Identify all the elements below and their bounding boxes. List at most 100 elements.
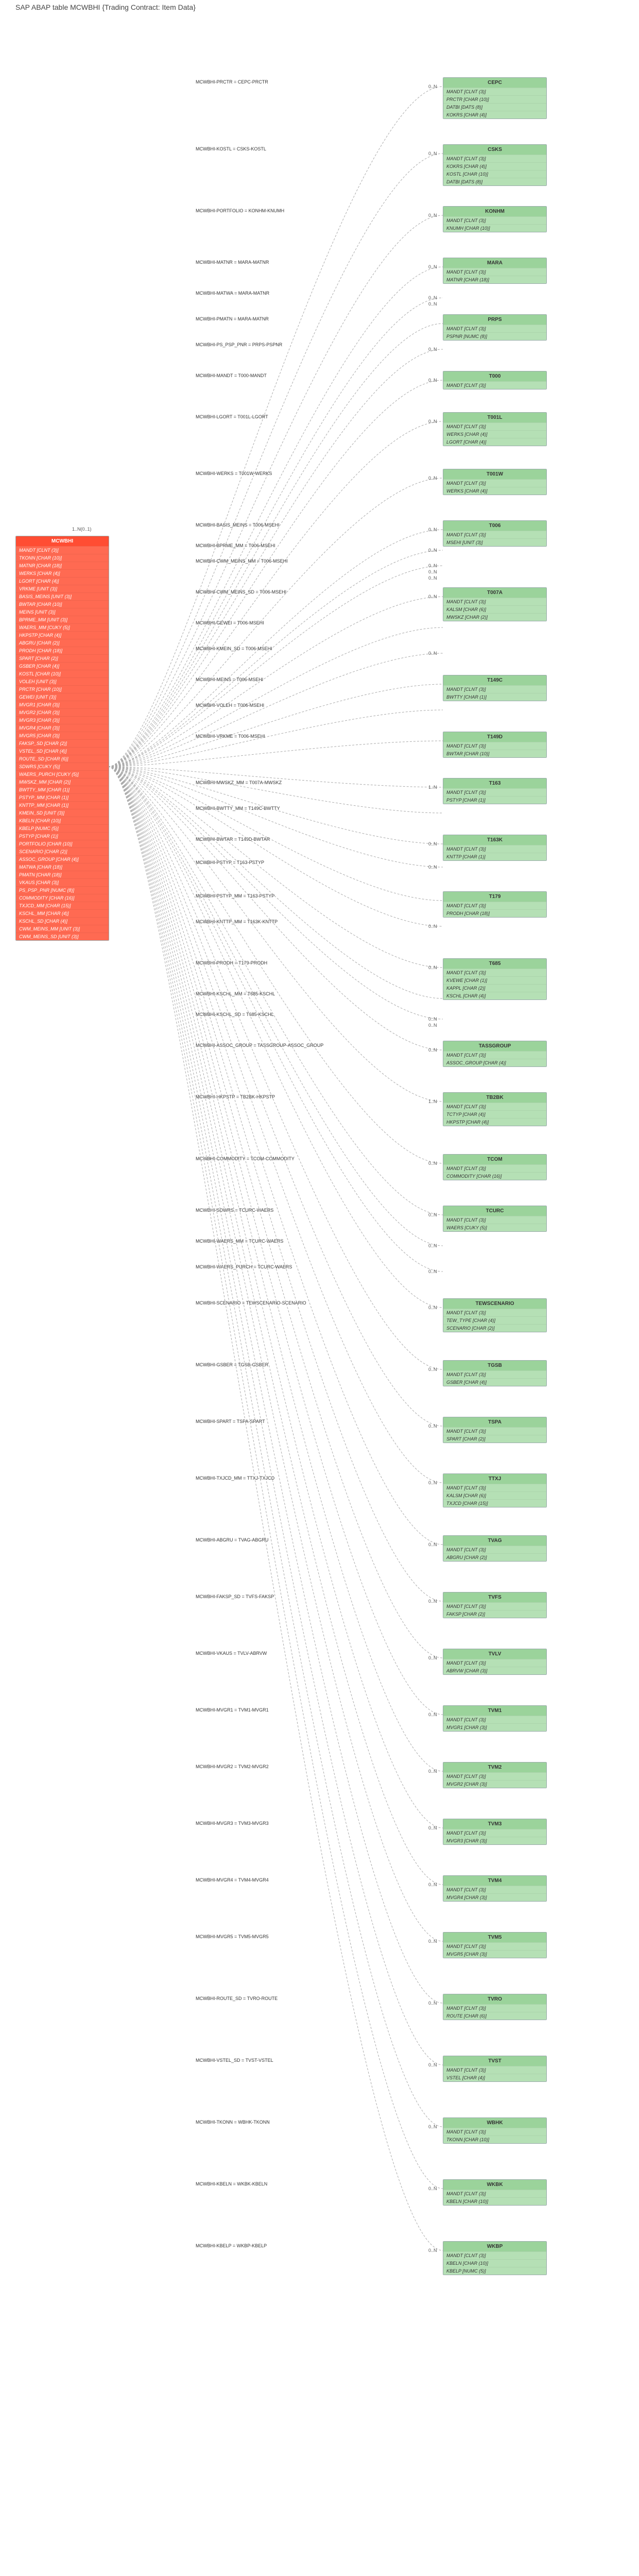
table-header: T149C	[443, 675, 546, 685]
table-field: MANDT [CLNT (3)]	[443, 1659, 546, 1667]
mcwbhi-field: BPRME_MM [UNIT (3)]	[16, 616, 109, 623]
table-header: TVM5	[443, 1933, 546, 1942]
cardinality-label: 0..N	[428, 378, 437, 383]
fk-edge	[108, 298, 443, 767]
edge-label: MCWBHI-VKAUS = TVLV-ABRVW	[196, 1651, 267, 1656]
mcwbhi-field: BWTTY_MM [CHAR (1)]	[16, 786, 109, 793]
table-header: T179	[443, 892, 546, 902]
table-header: TASSGROUP	[443, 1041, 546, 1051]
table-field: ABGRU [CHAR (2)]	[443, 1553, 546, 1561]
fk-edge	[108, 215, 443, 767]
edge-label: MCWBHI-VOLEH = T006-MSEHI	[196, 703, 264, 708]
cardinality-label: 1..N(0..1)	[72, 527, 92, 532]
table-header: CSKS	[443, 145, 546, 155]
mcwbhi-field: COMMODITY [CHAR (16)]	[16, 894, 109, 902]
table-header: T163	[443, 778, 546, 788]
table-field: MANDT [CLNT (3)]	[443, 1427, 546, 1435]
table-tewscenario: TEWSCENARIOMANDT [CLNT (3)]TEW_TYPE [CHA…	[443, 1298, 547, 1332]
table-field: COMMODITY [CHAR (16)]	[443, 1172, 546, 1180]
mcwbhi-field: KMEIN_SD [UNIT (3)]	[16, 809, 109, 817]
cardinality-label: 0..N	[428, 1269, 437, 1274]
fk-edge	[108, 684, 443, 767]
table-header: WKBK	[443, 2180, 546, 2190]
mcwbhi-field: KSCHL_SD [CHAR (4)]	[16, 917, 109, 925]
cardinality-label: 0..N	[428, 1882, 437, 1887]
fk-edge	[108, 767, 443, 1483]
table-field: MANDT [CLNT (3)]	[443, 88, 546, 95]
fk-edge	[108, 767, 443, 1163]
edge-label: MCWBHI-BASIS_MEINS = T006-MSEHI	[196, 522, 280, 528]
fk-edge	[108, 767, 443, 1426]
table-header: TVLV	[443, 1649, 546, 1659]
table-field: LGORT [CHAR (4)]	[443, 438, 546, 446]
cardinality-label: 0..N	[428, 301, 437, 307]
table-field: MANDT [CLNT (3)]	[443, 479, 546, 487]
table-field: MANDT [CLNT (3)]	[443, 1886, 546, 1893]
table-csks: CSKSMANDT [CLNT (3)]KOKRS [CHAR (4)]KOST…	[443, 144, 547, 186]
table-field: KOSTL [CHAR (10)]	[443, 170, 546, 178]
table-field: PSTYP [CHAR (1)]	[443, 796, 546, 804]
cardinality-label: 0..N	[428, 1047, 437, 1053]
cardinality-label: 0..N	[428, 575, 437, 581]
mcwbhi-field: PSTYP [CHAR (1)]	[16, 832, 109, 840]
cardinality-label: 1..N	[428, 785, 437, 790]
edge-label: MCWBHI-BWTTY_MM = T149C-BWTTY	[196, 806, 280, 811]
fk-edge	[108, 767, 443, 1308]
fk-edge	[108, 566, 443, 767]
edge-label: MCWBHI-FAKSP_SD = TVFS-FAKSP	[196, 1594, 274, 1599]
edge-label: MCWBHI-PS_PSP_PNR = PRPS-PSPNR	[196, 342, 283, 347]
fk-edge	[108, 767, 443, 1019]
mcwbhi-field: CWM_MEINS_MM [UNIT (3)]	[16, 925, 109, 933]
table-t001l: T001LMANDT [CLNT (3)]WERKS [CHAR (4)]LGO…	[443, 412, 547, 446]
table-cepc: CEPCMANDT [CLNT (3)]PRCTR [CHAR (10)]DAT…	[443, 77, 547, 119]
table-field: KOKRS [CHAR (4)]	[443, 111, 546, 118]
fk-edge	[108, 767, 443, 1771]
table-field: MANDT [CLNT (3)]	[443, 1370, 546, 1378]
table-field: KBELP [NUMC (5)]	[443, 2267, 546, 2275]
table-t000: T000MANDT [CLNT (3)]	[443, 371, 547, 389]
table-field: MANDT [CLNT (3)]	[443, 325, 546, 332]
table-field: MVGR1 [CHAR (3)]	[443, 1723, 546, 1731]
fk-edge	[108, 767, 443, 1545]
edge-label: MCWBHI-SCENARIO = TEWSCENARIO-SCENARIO	[196, 1300, 306, 1306]
mcwbhi-field: PRODH [CHAR (18)]	[16, 647, 109, 654]
edge-label: MCWBHI-PSTYP = T163-PSTYP	[196, 860, 264, 865]
table-field: PRODH [CHAR (18)]	[443, 909, 546, 917]
mcwbhi-field: MVGR3 [CHAR (3)]	[16, 716, 109, 724]
edge-label: MCWBHI-TKONN = WBHK-TKONN	[196, 2120, 270, 2125]
table-field: MANDT [CLNT (3)]	[443, 531, 546, 538]
edge-label: MCWBHI-PORTFOLIO = KONHM-KNUMH	[196, 208, 284, 213]
cardinality-label: 0..N	[428, 264, 437, 269]
table-wbhk: WBHKMANDT [CLNT (3)]TKONN [CHAR (10)]	[443, 2117, 547, 2144]
cardinality-label: 0..N	[428, 569, 437, 574]
edge-label: MCWBHI-SDWRS = TCURC-WAERS	[196, 1208, 273, 1213]
mcwbhi-field: PRCTR [CHAR (10)]	[16, 685, 109, 693]
cardinality-label: 0..N	[428, 1367, 437, 1372]
table-field: KVEWE [CHAR (1)]	[443, 976, 546, 984]
table-field: SCENARIO [CHAR (2)]	[443, 1324, 546, 1332]
table-header: TB2BK	[443, 1093, 546, 1103]
mcwbhi-field: MEINS [UNIT (3)]	[16, 608, 109, 616]
fk-edge	[108, 767, 443, 1215]
fk-edge	[108, 767, 443, 787]
table-field: MANDT [CLNT (3)]	[443, 2066, 546, 2074]
table-field: DATBI [DATS (8)]	[443, 103, 546, 111]
mcwbhi-field: ROUTE_SD [CHAR (6)]	[16, 755, 109, 762]
mcwbhi-field: KNTTP_MM [CHAR (1)]	[16, 801, 109, 809]
fk-edge	[108, 767, 443, 2003]
edge-label: MCWBHI-GEWEI = T006-MSEHI	[196, 620, 264, 625]
edge-label: MCWBHI-VSTEL_SD = TVST-VSTEL	[196, 2058, 273, 2063]
table-field: TKONN [CHAR (10)]	[443, 2136, 546, 2143]
table-field: MANDT [CLNT (3)]	[443, 381, 546, 389]
mcwbhi-field: LGORT [CHAR (4)]	[16, 577, 109, 585]
table-field: MVGR4 [CHAR (3)]	[443, 1893, 546, 1901]
table-field: MANDT [CLNT (3)]	[443, 1716, 546, 1723]
edge-label: MCWBHI-MWSKZ_MM = T007A-MWSKZ	[196, 780, 282, 785]
table-header: T007A	[443, 588, 546, 598]
cardinality-label: 0..N	[428, 419, 437, 424]
table-header: KONHM	[443, 207, 546, 216]
table-field: BWTAR [CHAR (10)]	[443, 750, 546, 757]
table-header: T149D	[443, 732, 546, 742]
fk-edge	[108, 767, 443, 2189]
edge-label: MCWBHI-HKPSTP = TB2BK-HKPSTP	[196, 1094, 275, 1099]
